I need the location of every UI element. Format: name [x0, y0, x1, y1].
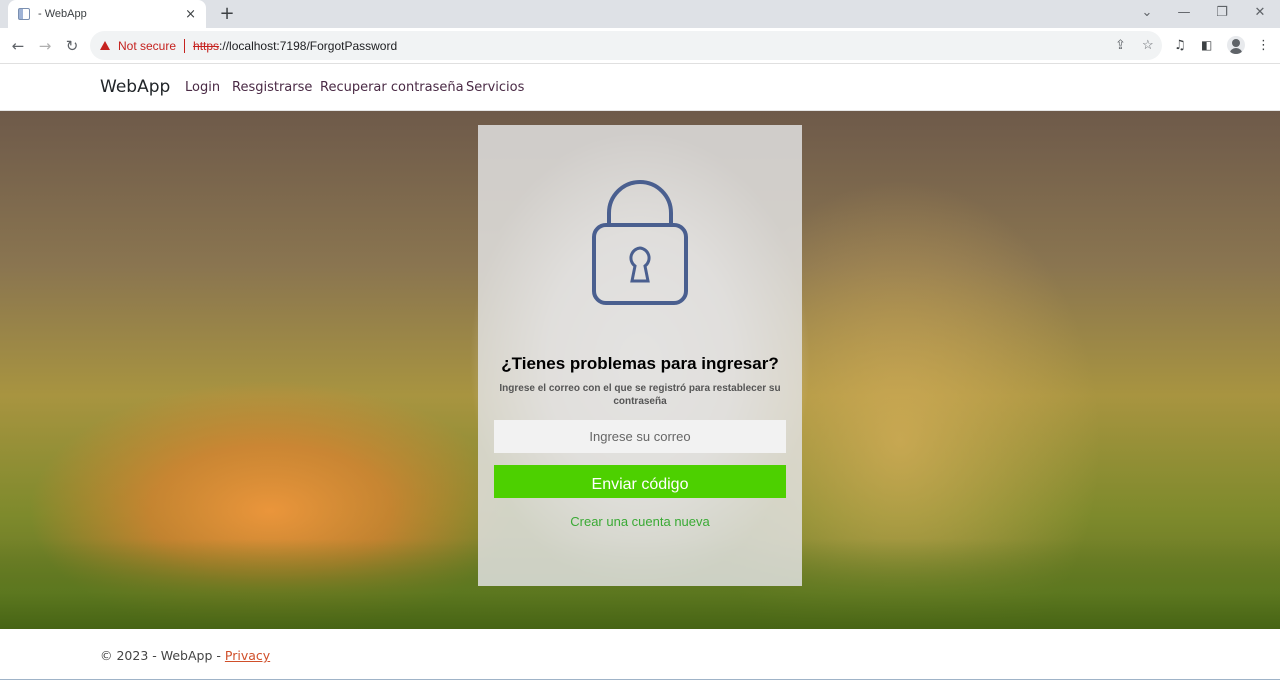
security-label[interactable]: Not secure: [118, 39, 176, 53]
media-icon[interactable]: ♫: [1174, 38, 1186, 53]
forward-button[interactable]: →: [35, 36, 55, 56]
restore-button[interactable]: ❐: [1212, 4, 1232, 22]
forgot-password-card: ¿Tienes problemas para ingresar? Ingrese…: [478, 125, 802, 586]
address-bar[interactable]: Not secure https://localhost:7198/Forgot…: [90, 31, 1162, 60]
profile-icon[interactable]: [1227, 36, 1245, 54]
back-button[interactable]: ←: [8, 36, 28, 56]
nav-recover-password[interactable]: Recuperar contraseña: [320, 80, 464, 95]
close-tab-icon[interactable]: ×: [185, 7, 196, 22]
reload-button[interactable]: ↻: [62, 36, 82, 56]
url-text: ://localhost:7198/ForgotPassword: [219, 38, 398, 53]
privacy-link[interactable]: Privacy: [225, 648, 270, 663]
copyright-text: © 2023 - WebApp -: [100, 648, 221, 663]
email-field[interactable]: [494, 420, 786, 453]
menu-icon[interactable]: ⋮: [1257, 38, 1270, 53]
browser-toolbar: ← → ↻ Not secure https://localhost:7198/…: [0, 28, 1280, 64]
share-icon[interactable]: ⇪: [1115, 37, 1126, 53]
divider: [184, 38, 186, 53]
nav-services[interactable]: Servicios: [466, 80, 524, 95]
minimize-button[interactable]: —: [1174, 4, 1194, 22]
url-scheme: https: [193, 38, 220, 53]
brand-logo[interactable]: WebApp: [100, 77, 170, 97]
footer: © 2023 - WebApp - Privacy: [0, 629, 1280, 680]
nav-register[interactable]: Resgistrarse: [232, 80, 312, 95]
send-code-button[interactable]: Enviar código: [494, 465, 786, 498]
create-account-link[interactable]: Crear una cuenta nueva: [478, 514, 802, 529]
sidepanel-icon[interactable]: ◧: [1201, 38, 1212, 52]
footer-text: © 2023 - WebApp - Privacy: [100, 648, 270, 663]
lock-icon: [592, 180, 688, 305]
browser-tab[interactable]: - WebApp ×: [8, 0, 206, 28]
card-title: ¿Tienes problemas para ingresar?: [501, 354, 779, 373]
new-tab-button[interactable]: +: [217, 4, 237, 24]
chevron-down-icon[interactable]: ⌄: [1137, 4, 1157, 22]
warning-icon[interactable]: [100, 41, 110, 50]
tab-strip: - WebApp × + ⌄ — ❐ ✕: [0, 0, 1280, 28]
card-subtitle: Ingrese el correo con el que se registró…: [499, 383, 781, 407]
page-icon: [18, 8, 30, 20]
hero-background: ¿Tienes problemas para ingresar? Ingrese…: [0, 111, 1280, 629]
site-navbar: WebApp Login Resgistrarse Recuperar cont…: [0, 64, 1280, 111]
nav-login[interactable]: Login: [185, 80, 220, 95]
tab-title: - WebApp: [38, 8, 87, 20]
star-icon[interactable]: ☆: [1142, 37, 1154, 53]
close-window-button[interactable]: ✕: [1250, 4, 1270, 22]
